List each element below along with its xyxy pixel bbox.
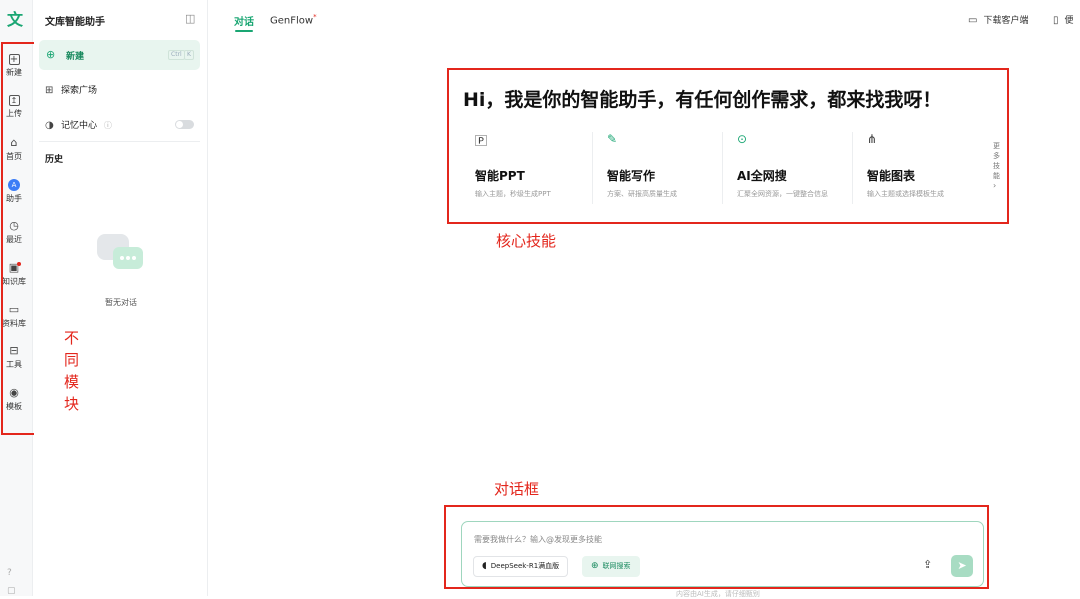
help-icon[interactable]: ?: [7, 568, 12, 578]
tab-label: 对话: [234, 17, 254, 28]
sidebar-item-label: 探索广场: [61, 86, 98, 96]
sidebar-item-label: 记忆中心: [61, 121, 98, 131]
sidebar: 文库智能助手 ◫ ⊕ 新建 Ctrl K ⊞ 探索广场 ◑ 记忆中心 ⓘ 历史 暂无…: [34, 0, 208, 596]
chat-input-area[interactable]: 需要我做什么？输入@发现更多技能 ◖ DeepSeek-R1满血版 ⊕ 联网搜索 ⇪…: [461, 521, 984, 587]
model-chip-label: DeepSeek-R1满血版: [490, 562, 560, 570]
shortcut-key-ctrl: Ctrl: [168, 50, 185, 60]
tab-label: GenFlow: [270, 15, 314, 27]
cut-label: 便: [1064, 16, 1074, 26]
skill-card-writing[interactable]: ✎ 智能写作 方案、研报高质量生成: [592, 132, 714, 204]
tab-genflow[interactable]: GenFlow*: [270, 13, 317, 26]
chat-box-annotation-frame: 需要我做什么？输入@发现更多技能 ◖ DeepSeek-R1满血版 ⊕ 联网搜索 ⇪…: [444, 505, 989, 589]
model-select-chip[interactable]: ◖ DeepSeek-R1满血版: [473, 556, 569, 577]
empty-chat-illustration: [97, 234, 143, 269]
web-search-label: 联网搜索: [602, 562, 631, 570]
core-skills-panel: Hi，我是你的智能助手，有任何创作需求，都来找我呀！ 🄿 智能PPT 输入主题，…: [447, 68, 1009, 224]
more-skills-link[interactable]: 更多技能 ›: [993, 141, 1002, 191]
memory-icon: ◑: [45, 120, 54, 131]
download-client-button[interactable]: ▭ 下载客户端: [968, 13, 1028, 26]
cut-button[interactable]: ▯ 便: [1053, 13, 1074, 26]
skill-card-search[interactable]: ⊙ AI全网搜 汇聚全网资源，一键整合信息: [722, 132, 844, 204]
send-button[interactable]: ➤: [951, 555, 973, 577]
ppt-icon: 🄿: [475, 134, 488, 148]
upload-file-icon[interactable]: ⇪: [923, 558, 932, 571]
new-chat-button[interactable]: ⊕ 新建 Ctrl K: [39, 40, 200, 70]
new-chat-icon: ⊕: [46, 48, 56, 61]
feedback-icon[interactable]: ▢: [7, 586, 16, 596]
download-label: 下载客户端: [983, 16, 1029, 26]
pen-icon: ✎: [607, 132, 618, 146]
core-skills-annotation: 核心技能: [496, 232, 557, 250]
more-skills-label: 更多技能: [993, 142, 1000, 180]
tab-chat[interactable]: 对话: [234, 13, 254, 32]
new-chat-label: 新建: [66, 52, 85, 62]
skill-card-title: 智能PPT: [475, 169, 525, 183]
modules-annotation-box: [1, 42, 36, 435]
devices-icon: ▭: [968, 15, 978, 26]
icon-rail: 文 + 新建 ↥ 上传 ⌂ 首页 A 助手 ◷ 最近 ▣ 知识库 ▭ 资料库 ⊟…: [0, 0, 36, 596]
chevron-right-icon: ›: [993, 181, 997, 190]
deepseek-logo-icon: ◖: [482, 561, 487, 571]
memory-toggle[interactable]: [175, 120, 194, 129]
globe-icon: ⊕: [591, 561, 599, 571]
skill-card-diagram[interactable]: ⋔ 智能图表 输入主题或选择模板生成: [852, 132, 974, 204]
sidebar-collapse-icon[interactable]: ◫: [185, 12, 195, 25]
modules-annotation: 不同模块: [64, 329, 80, 413]
chat-input-placeholder[interactable]: 需要我做什么？输入@发现更多技能: [474, 534, 602, 545]
divider: [39, 141, 200, 142]
skill-card-title: 智能图表: [867, 169, 916, 183]
sidebar-item-memory[interactable]: ◑ 记忆中心 ⓘ: [45, 118, 112, 131]
skill-card-desc: 方案、研报高质量生成: [607, 190, 677, 198]
sidebar-item-explore[interactable]: ⊞ 探索广场: [45, 83, 97, 96]
skill-card-title: AI全网搜: [737, 169, 787, 183]
new-badge: *: [313, 13, 317, 21]
grid-icon: ⊞: [45, 85, 54, 96]
skill-card-title: 智能写作: [607, 169, 656, 183]
search-icon: ⊙: [737, 132, 748, 146]
skill-card-desc: 汇聚全网资源，一键整合信息: [737, 190, 828, 198]
history-heading: 历史: [45, 155, 64, 165]
diagram-icon: ⋔: [867, 132, 878, 146]
bookmark-icon: ▯: [1053, 15, 1059, 26]
skill-card-desc: 输入主题，秒级生成PPT: [475, 190, 551, 198]
shortcut-key-k: K: [184, 50, 194, 60]
info-icon[interactable]: ⓘ: [104, 121, 112, 130]
welcome-headline: Hi，我是你的智能助手，有任何创作需求，都来找我呀！: [463, 89, 942, 111]
chat-box-annotation: 对话框: [494, 480, 540, 498]
skill-card-ppt[interactable]: 🄿 智能PPT 输入主题，秒级生成PPT: [461, 132, 583, 204]
skill-card-desc: 输入主题或选择模板生成: [867, 190, 944, 198]
send-icon: ➤: [957, 559, 967, 572]
empty-state-text: 暂无对话: [105, 298, 137, 307]
sidebar-title: 文库智能助手: [45, 17, 105, 28]
ai-disclaimer: 内容由AI生成，请仔细甄别: [676, 590, 760, 598]
wenku-logo[interactable]: 文: [4, 9, 26, 31]
web-search-toggle[interactable]: ⊕ 联网搜索: [582, 556, 640, 577]
